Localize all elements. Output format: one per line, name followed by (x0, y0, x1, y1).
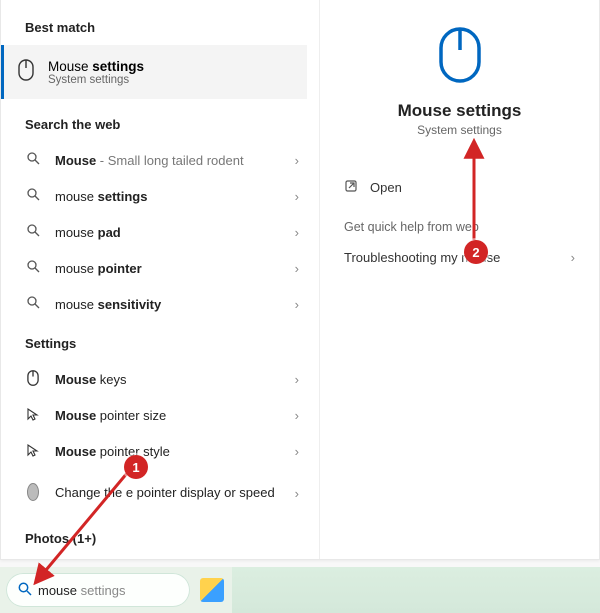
taskbar-search-box[interactable]: mouse settings (6, 573, 190, 607)
search-web-header: Search the web (1, 99, 319, 142)
search-results-panel: Best match Mouse settings System setting… (0, 0, 600, 560)
search-icon (25, 224, 41, 240)
quick-help-label: Get quick help from web (344, 212, 575, 242)
web-result-mouse-settings[interactable]: mouse settings › (1, 178, 319, 214)
search-icon (25, 296, 41, 312)
settings-mouse-pointer-size[interactable]: Mouse pointer size › (1, 397, 319, 433)
best-match-title-plain: Mouse (48, 59, 92, 74)
troubleshoot-link[interactable]: Troubleshooting my mouse › (344, 242, 575, 273)
chevron-right-icon: › (295, 486, 299, 501)
chevron-right-icon: › (295, 189, 299, 204)
search-icon (25, 152, 41, 168)
best-match-subtitle: System settings (48, 74, 144, 86)
web-result-mouse[interactable]: Mouse - Small long tailed rodent › (1, 142, 319, 178)
open-label: Open (370, 180, 402, 195)
best-match-result[interactable]: Mouse settings System settings (1, 45, 307, 99)
search-query: mouse settings (38, 583, 125, 598)
preview-hero: Mouse settings System settings (344, 26, 575, 137)
mouse-icon (25, 370, 41, 389)
mouse-icon (16, 59, 36, 86)
open-action[interactable]: Open (344, 171, 575, 204)
chevron-right-icon: › (295, 444, 299, 459)
troubleshoot-label: Troubleshooting my mouse (344, 250, 500, 265)
web-result-mouse-sensitivity[interactable]: mouse sensitivity › (1, 286, 319, 322)
best-match-header: Best match (1, 10, 319, 45)
settings-change-pointer-speed[interactable]: Change the e pointer display or speed › (1, 469, 319, 517)
chevron-right-icon: › (295, 261, 299, 276)
search-icon (18, 582, 32, 599)
preview-subtitle: System settings (417, 123, 502, 137)
taskbar: mouse settings (0, 567, 600, 613)
taskbar-app-icon[interactable] (200, 578, 224, 602)
search-icon (25, 188, 41, 204)
open-icon (344, 179, 358, 196)
chevron-right-icon: › (295, 408, 299, 423)
taskbar-remainder (232, 567, 600, 613)
chevron-right-icon: › (295, 153, 299, 168)
settings-header: Settings (1, 322, 319, 361)
results-left-column: Best match Mouse settings System setting… (1, 0, 319, 559)
search-icon (25, 260, 41, 276)
cursor-icon (25, 443, 41, 460)
mouse-image-icon (25, 482, 41, 505)
cursor-icon (25, 407, 41, 424)
mouse-large-icon (438, 26, 482, 89)
chevron-right-icon: › (295, 372, 299, 387)
chevron-right-icon: › (295, 297, 299, 312)
chevron-right-icon: › (295, 225, 299, 240)
settings-mouse-keys[interactable]: Mouse keys › (1, 361, 319, 397)
preview-title: Mouse settings (398, 101, 522, 121)
chevron-right-icon: › (571, 250, 575, 265)
result-preview-pane: Mouse settings System settings Open Get … (319, 0, 599, 559)
best-match-texts: Mouse settings System settings (48, 59, 144, 86)
photos-header[interactable]: Photos (1+) (1, 517, 319, 546)
best-match-title-bold: settings (92, 59, 144, 74)
web-result-mouse-pointer[interactable]: mouse pointer › (1, 250, 319, 286)
web-result-mouse-pad[interactable]: mouse pad › (1, 214, 319, 250)
settings-mouse-pointer-style[interactable]: Mouse pointer style › (1, 433, 319, 469)
